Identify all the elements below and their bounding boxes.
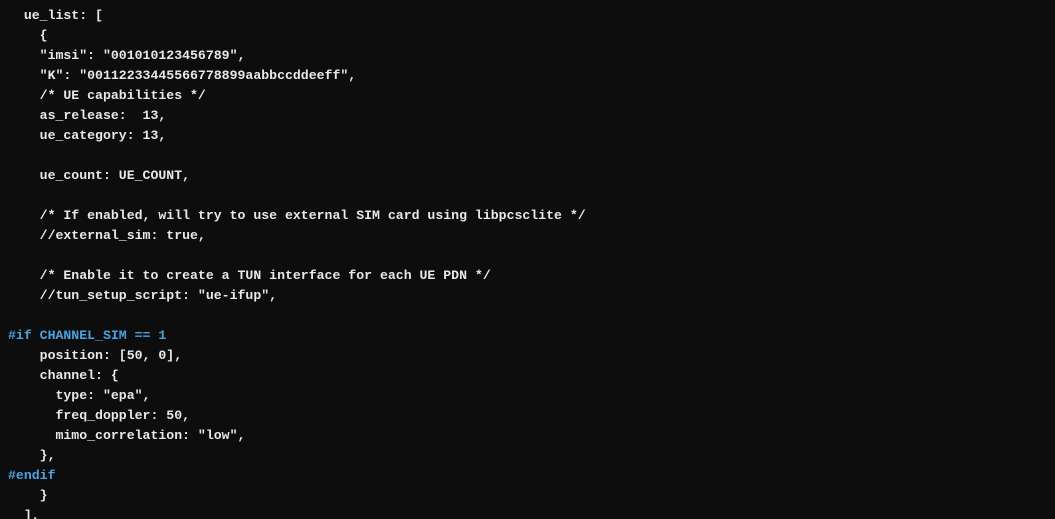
code-line: /* If enabled, will try to use external … xyxy=(8,208,586,223)
code-block: ue_list: [ { "imsi": "001010123456789", … xyxy=(0,0,1055,519)
preprocessor-if: #if CHANNEL_SIM == 1 xyxy=(8,328,166,343)
code-line: "K": "00112233445566778899aabbccddeeff", xyxy=(8,68,356,83)
code-line: as_release: 13, xyxy=(8,108,166,123)
code-line: } xyxy=(8,488,48,503)
code-line: }, xyxy=(8,448,55,463)
code-line: ue_count: UE_COUNT, xyxy=(8,168,190,183)
code-line: //external_sim: true, xyxy=(8,228,206,243)
code-line: freq_doppler: 50, xyxy=(8,408,190,423)
code-line: position: [50, 0], xyxy=(8,348,182,363)
code-line: ue_category: 13, xyxy=(8,128,166,143)
code-line: channel: { xyxy=(8,368,119,383)
code-line: ue_list: [ xyxy=(8,8,103,23)
code-line: //tun_setup_script: "ue-ifup", xyxy=(8,288,277,303)
preprocessor-endif: #endif xyxy=(8,468,55,483)
code-line: mimo_correlation: "low", xyxy=(8,428,245,443)
code-line: { xyxy=(8,28,48,43)
code-line: type: "epa", xyxy=(8,388,150,403)
code-line: "imsi": "001010123456789", xyxy=(8,48,245,63)
code-line: /* UE capabilities */ xyxy=(8,88,206,103)
code-line: /* Enable it to create a TUN interface f… xyxy=(8,268,491,283)
code-line: ], xyxy=(8,508,40,519)
